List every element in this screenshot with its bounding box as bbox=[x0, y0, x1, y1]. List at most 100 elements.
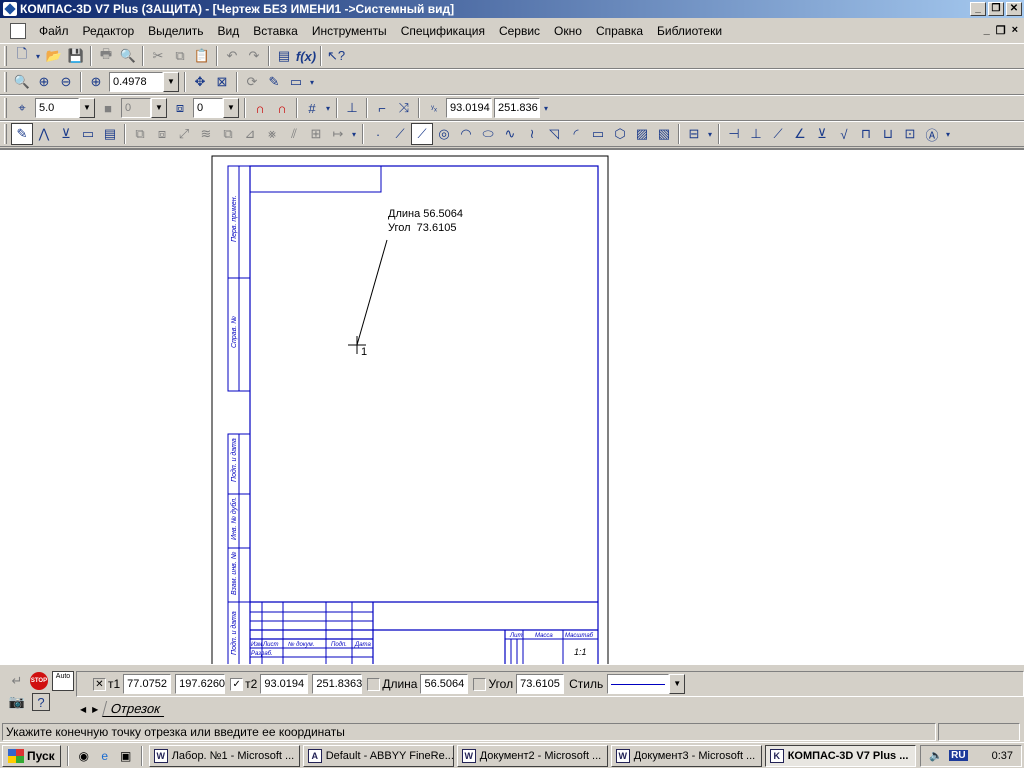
menu-libraries[interactable]: Библиотеки bbox=[650, 21, 729, 41]
angle-toggle[interactable] bbox=[473, 677, 487, 691]
undo-icon[interactable]: ↶ bbox=[221, 45, 243, 67]
chevron-down-icon[interactable]: ▼ bbox=[223, 98, 239, 118]
state-value[interactable]: 0 bbox=[121, 98, 151, 118]
mdi-minimize-button[interactable]: _ bbox=[984, 24, 990, 37]
restore-button[interactable]: ❐ bbox=[988, 2, 1004, 16]
task-word-lab1[interactable]: W Лабор. №1 - Microsoft ... bbox=[148, 744, 300, 767]
dims-dropdown-icon[interactable]: ▾ bbox=[943, 123, 953, 145]
snap-magnet-icon[interactable]: ∩ bbox=[249, 97, 271, 119]
clock[interactable]: 0:37 bbox=[992, 750, 1013, 762]
menu-tools[interactable]: Инструменты bbox=[305, 21, 394, 41]
camera-icon[interactable]: 📷 bbox=[8, 693, 26, 711]
split-icon[interactable]: ⫽ bbox=[283, 123, 305, 145]
ellipse-icon[interactable]: ⬭ bbox=[477, 123, 499, 145]
menu-editor[interactable]: Редактор bbox=[76, 21, 142, 41]
tab-segment[interactable]: Отрезок bbox=[102, 701, 169, 717]
title-bar[interactable]: КОМПАС-3D V7 Plus (ЗАЩИТА) - [Чертеж БЕЗ… bbox=[0, 0, 1024, 18]
menu-service[interactable]: Сервис bbox=[492, 21, 547, 41]
round-icon[interactable]: ⤨ bbox=[393, 97, 415, 119]
document-icon[interactable] bbox=[10, 23, 26, 39]
angle-dim-icon[interactable]: ∠ bbox=[789, 123, 811, 145]
coord-x-field[interactable]: 93.0194 bbox=[446, 98, 492, 118]
kompas-app-icon[interactable] bbox=[3, 2, 17, 16]
local-cs-icon[interactable]: ⊥ bbox=[341, 97, 363, 119]
height-dim-icon[interactable]: ⊻ bbox=[811, 123, 833, 145]
base-icon[interactable]: ⊔ bbox=[877, 123, 899, 145]
grid-dropdown-icon[interactable]: ▾ bbox=[323, 97, 333, 119]
menu-specification[interactable]: Спецификация bbox=[394, 21, 492, 41]
zoom-scale-icon[interactable]: ⊕ bbox=[85, 71, 107, 93]
polygon-icon[interactable]: ⬡ bbox=[609, 123, 631, 145]
function-icon[interactable]: f(x) bbox=[295, 45, 317, 67]
drawing-canvas[interactable]: Перв. примен. Справ. № Подп. и дата Инв.… bbox=[0, 148, 1024, 664]
step-value[interactable]: 5.0 bbox=[35, 98, 79, 118]
display-mode-icon[interactable]: ▭ bbox=[285, 71, 307, 93]
move-icon[interactable]: ⧉ bbox=[129, 123, 151, 145]
outlook-icon[interactable]: ◉ bbox=[75, 747, 93, 765]
radial-dim-icon[interactable]: ⟋ bbox=[767, 123, 789, 145]
pan-icon[interactable]: ✥ bbox=[189, 71, 211, 93]
display-dropdown-icon[interactable]: ▾ bbox=[307, 71, 317, 93]
toolbar-grip[interactable] bbox=[4, 72, 7, 92]
create-object-icon[interactable]: ↵ bbox=[8, 672, 26, 690]
line-style-value[interactable] bbox=[607, 674, 670, 694]
t1-x-field[interactable]: 77.0752 bbox=[123, 674, 172, 694]
t2-x-field[interactable]: 93.0194 bbox=[260, 674, 309, 694]
chevron-down-icon[interactable]: ▼ bbox=[151, 98, 167, 118]
length-field[interactable]: 56.5064 bbox=[420, 674, 469, 694]
leader-icon[interactable]: ⊓ bbox=[855, 123, 877, 145]
hatch-icon[interactable]: ▨ bbox=[631, 123, 653, 145]
line-dim-icon[interactable]: ⊣ bbox=[723, 123, 745, 145]
grid-icon[interactable]: # bbox=[301, 97, 323, 119]
cut-icon[interactable]: ✂ bbox=[147, 45, 169, 67]
zoom-out-icon[interactable]: ⊖ bbox=[55, 71, 77, 93]
polyline-icon[interactable]: ≀ bbox=[521, 123, 543, 145]
toolbar-grip[interactable] bbox=[4, 98, 7, 118]
arc-icon[interactable]: ◠ bbox=[455, 123, 477, 145]
step-combo[interactable]: 5.0 ▼ bbox=[35, 98, 95, 118]
circle-icon[interactable]: ◎ bbox=[433, 123, 455, 145]
t2-toggle[interactable]: ✓ bbox=[230, 677, 244, 691]
menu-file[interactable]: Файл bbox=[32, 21, 76, 41]
toolbar-grip[interactable] bbox=[4, 46, 7, 66]
task-kompas[interactable]: K КОМПАС-3D V7 Plus ... bbox=[764, 744, 916, 767]
text-icon[interactable]: Ⓐ bbox=[921, 123, 943, 145]
t2-y-field[interactable]: 251.8363 bbox=[312, 674, 363, 694]
layer-icon[interactable]: ⧈ bbox=[169, 97, 191, 119]
point-icon[interactable]: · bbox=[367, 123, 389, 145]
macro-icon[interactable]: ⊟ bbox=[683, 123, 705, 145]
local-snap-icon[interactable]: ∩ bbox=[271, 97, 293, 119]
open-icon[interactable]: 📂 bbox=[43, 45, 65, 67]
task-word-doc3[interactable]: W Документ3 - Microsoft ... bbox=[610, 744, 762, 767]
length-toggle[interactable] bbox=[367, 677, 381, 691]
segment-icon[interactable]: ⟋ bbox=[411, 123, 433, 145]
state-icon[interactable]: ■ bbox=[97, 97, 119, 119]
zoom-combo[interactable]: 0.4978 ▼ bbox=[109, 72, 179, 92]
chevron-down-icon[interactable]: ▼ bbox=[669, 674, 686, 694]
language-indicator[interactable]: RU bbox=[949, 750, 968, 761]
chamfer-icon[interactable]: ◹ bbox=[543, 123, 565, 145]
trim-icon[interactable]: ⨳ bbox=[261, 123, 283, 145]
internet-explorer-icon[interactable]: e bbox=[96, 747, 114, 765]
deform-icon[interactable]: ⊿ bbox=[239, 123, 261, 145]
params-panel-icon[interactable]: ▤ bbox=[99, 123, 121, 145]
scale-icon[interactable]: ⤢ bbox=[173, 123, 195, 145]
context-help-icon[interactable]: ↖? bbox=[325, 45, 347, 67]
repaint-icon[interactable]: ✎ bbox=[263, 71, 285, 93]
drawing-svg[interactable]: Перв. примен. Справ. № Подп. и дата Инв.… bbox=[0, 150, 1024, 664]
tab-scroll-left-icon[interactable]: ◀ bbox=[80, 705, 86, 714]
zoom-value[interactable]: 0.4978 bbox=[109, 72, 163, 92]
mdi-close-button[interactable]: × bbox=[1012, 24, 1018, 37]
spline-icon[interactable]: ∿ bbox=[499, 123, 521, 145]
task-abbyy[interactable]: A Default - ABBYY FineRe... bbox=[302, 744, 454, 767]
edit-dropdown-icon[interactable]: ▾ bbox=[349, 123, 359, 145]
show-all-icon[interactable]: ⊠ bbox=[211, 71, 233, 93]
t1-toggle[interactable]: ✕ bbox=[93, 677, 106, 691]
edit-panel-icon[interactable]: ▭ bbox=[77, 123, 99, 145]
print-icon[interactable]: 🖶 bbox=[95, 45, 117, 67]
help-icon[interactable]: ? bbox=[32, 693, 50, 711]
mdi-restore-button[interactable]: ❐ bbox=[996, 24, 1006, 37]
zoom-in-icon[interactable]: ⊕ bbox=[33, 71, 55, 93]
layer-combo[interactable]: 0 ▼ bbox=[193, 98, 239, 118]
roughness-icon[interactable]: √ bbox=[833, 123, 855, 145]
